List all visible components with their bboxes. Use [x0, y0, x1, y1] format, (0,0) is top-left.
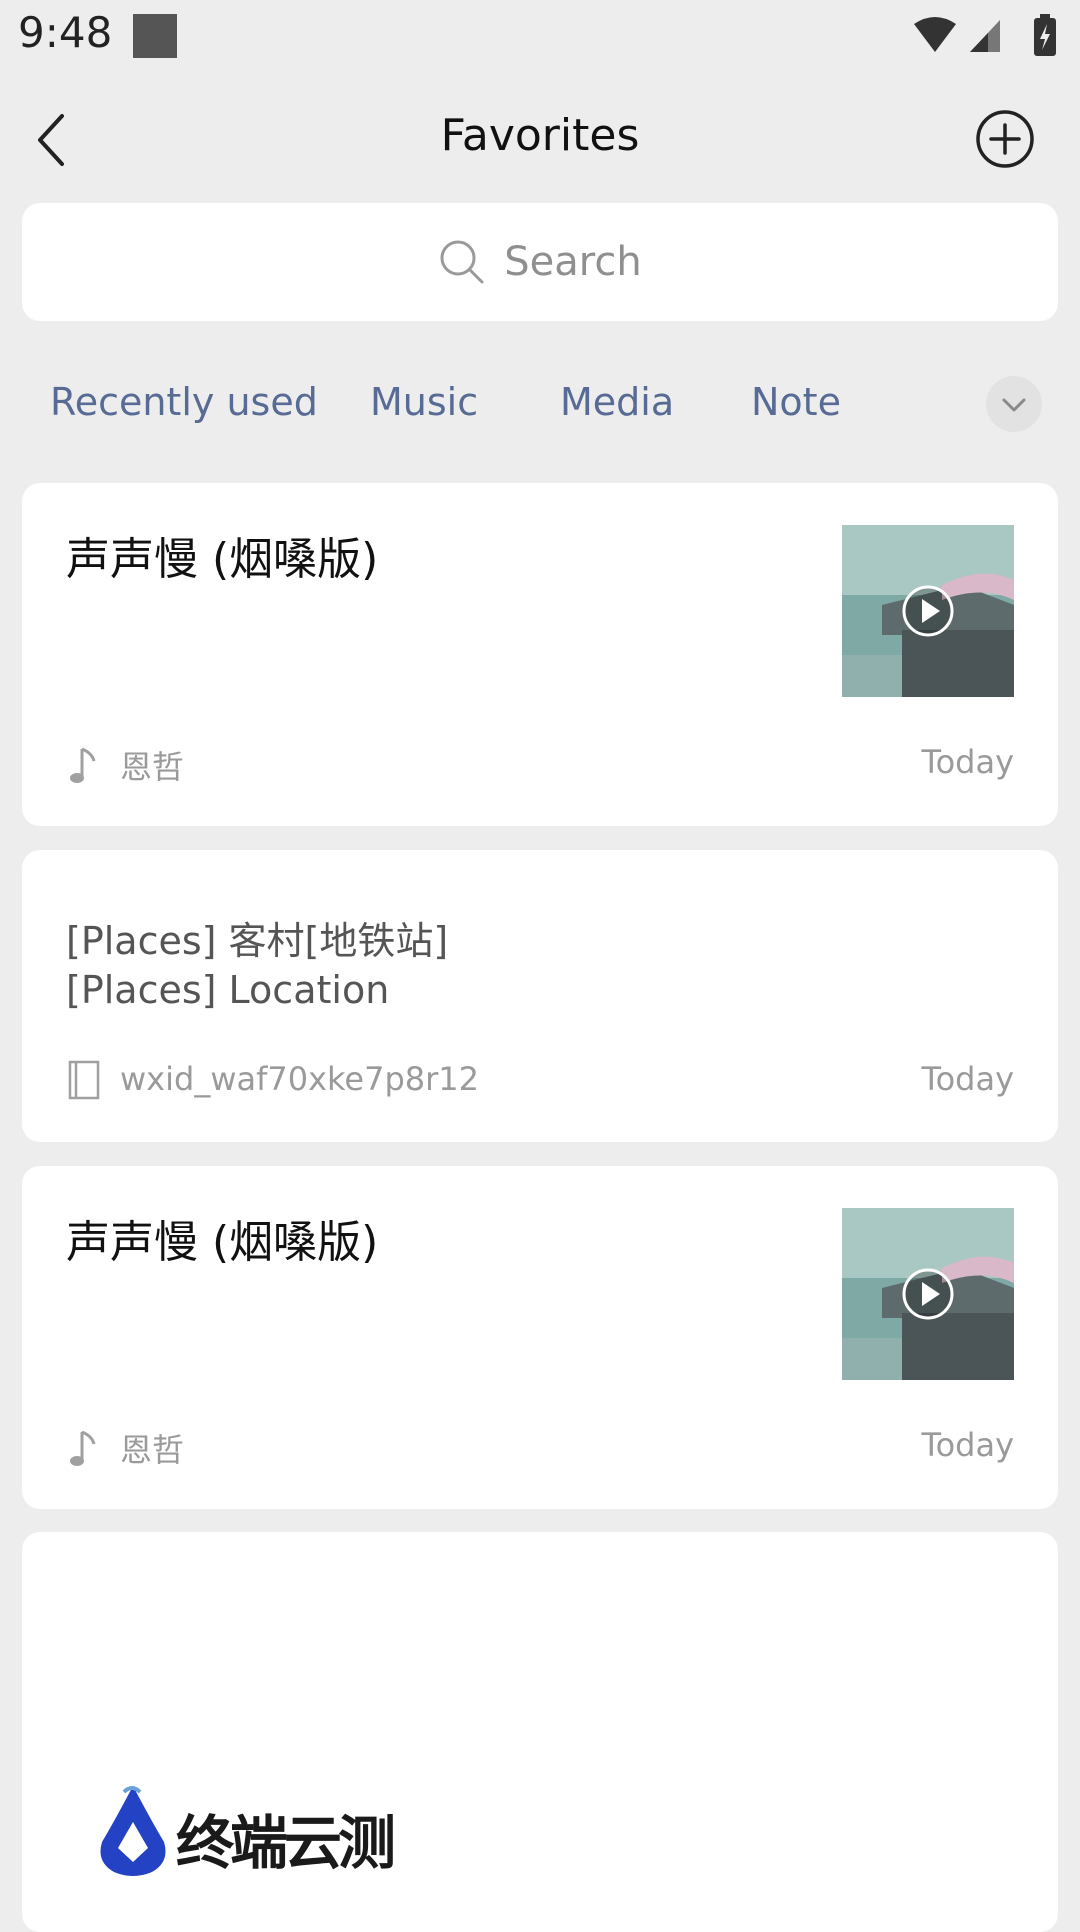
- card-title: 声声慢 (烟嗓版): [66, 534, 379, 585]
- page-title: Favorites: [440, 110, 640, 161]
- tab-music[interactable]: Music: [370, 380, 478, 424]
- category-tabs: Recently used Music Media Note: [0, 362, 1080, 442]
- favorite-card-music[interactable]: 声声慢 (烟嗓版) 恩哲 Today: [22, 1166, 1058, 1509]
- album-cover[interactable]: [842, 525, 1014, 697]
- search-input[interactable]: Search: [22, 203, 1058, 321]
- search-icon: [440, 240, 484, 284]
- album-cover-art: [842, 1208, 1014, 1380]
- favorite-card-music[interactable]: 声声慢 (烟嗓版) 恩哲 Today: [22, 483, 1058, 826]
- card-title: 声声慢 (烟嗓版): [66, 1217, 379, 1268]
- note-icon: [68, 1060, 100, 1100]
- tab-recently-used[interactable]: Recently used: [50, 380, 318, 424]
- notification-square-icon: [133, 14, 177, 58]
- status-icons: [914, 14, 1056, 56]
- place-line-2: [Places] Location: [66, 968, 390, 1012]
- place-line-1: [Places] 客村[地铁站]: [66, 919, 449, 963]
- favorite-card-places[interactable]: [Places] 客村[地铁站] [Places] Location wxid_…: [22, 850, 1058, 1142]
- header: Favorites: [0, 72, 1080, 202]
- card-source: wxid_waf70xke7p8r12: [120, 1060, 479, 1098]
- plus-circle-icon[interactable]: [972, 106, 1038, 172]
- music-note-icon: [70, 747, 96, 783]
- battery-charging-icon: [1034, 14, 1056, 56]
- favorite-card-image[interactable]: 终端云测: [22, 1532, 1058, 1932]
- tab-note[interactable]: Note: [751, 380, 841, 424]
- album-cover[interactable]: [842, 1208, 1014, 1380]
- card-author: 恩哲: [120, 1431, 185, 1469]
- tab-media[interactable]: Media: [560, 380, 674, 424]
- card-date: Today: [921, 1060, 1014, 1098]
- status-bar: 9:48: [0, 0, 1080, 72]
- search-placeholder: Search: [504, 239, 642, 285]
- chevron-down-icon: [1002, 398, 1026, 412]
- signal-icon: [970, 20, 1000, 52]
- tabs-expand-button[interactable]: [986, 376, 1042, 432]
- wifi-icon: [914, 17, 956, 52]
- logo-text: 终端云测: [176, 1809, 396, 1877]
- water-drop-logo-icon: [100, 1786, 166, 1876]
- music-note-icon: [70, 1430, 96, 1466]
- status-time: 9:48: [18, 8, 113, 57]
- card-author: 恩哲: [120, 748, 185, 786]
- album-cover-art: [842, 525, 1014, 697]
- card-date: Today: [921, 1426, 1014, 1464]
- card-date: Today: [921, 743, 1014, 781]
